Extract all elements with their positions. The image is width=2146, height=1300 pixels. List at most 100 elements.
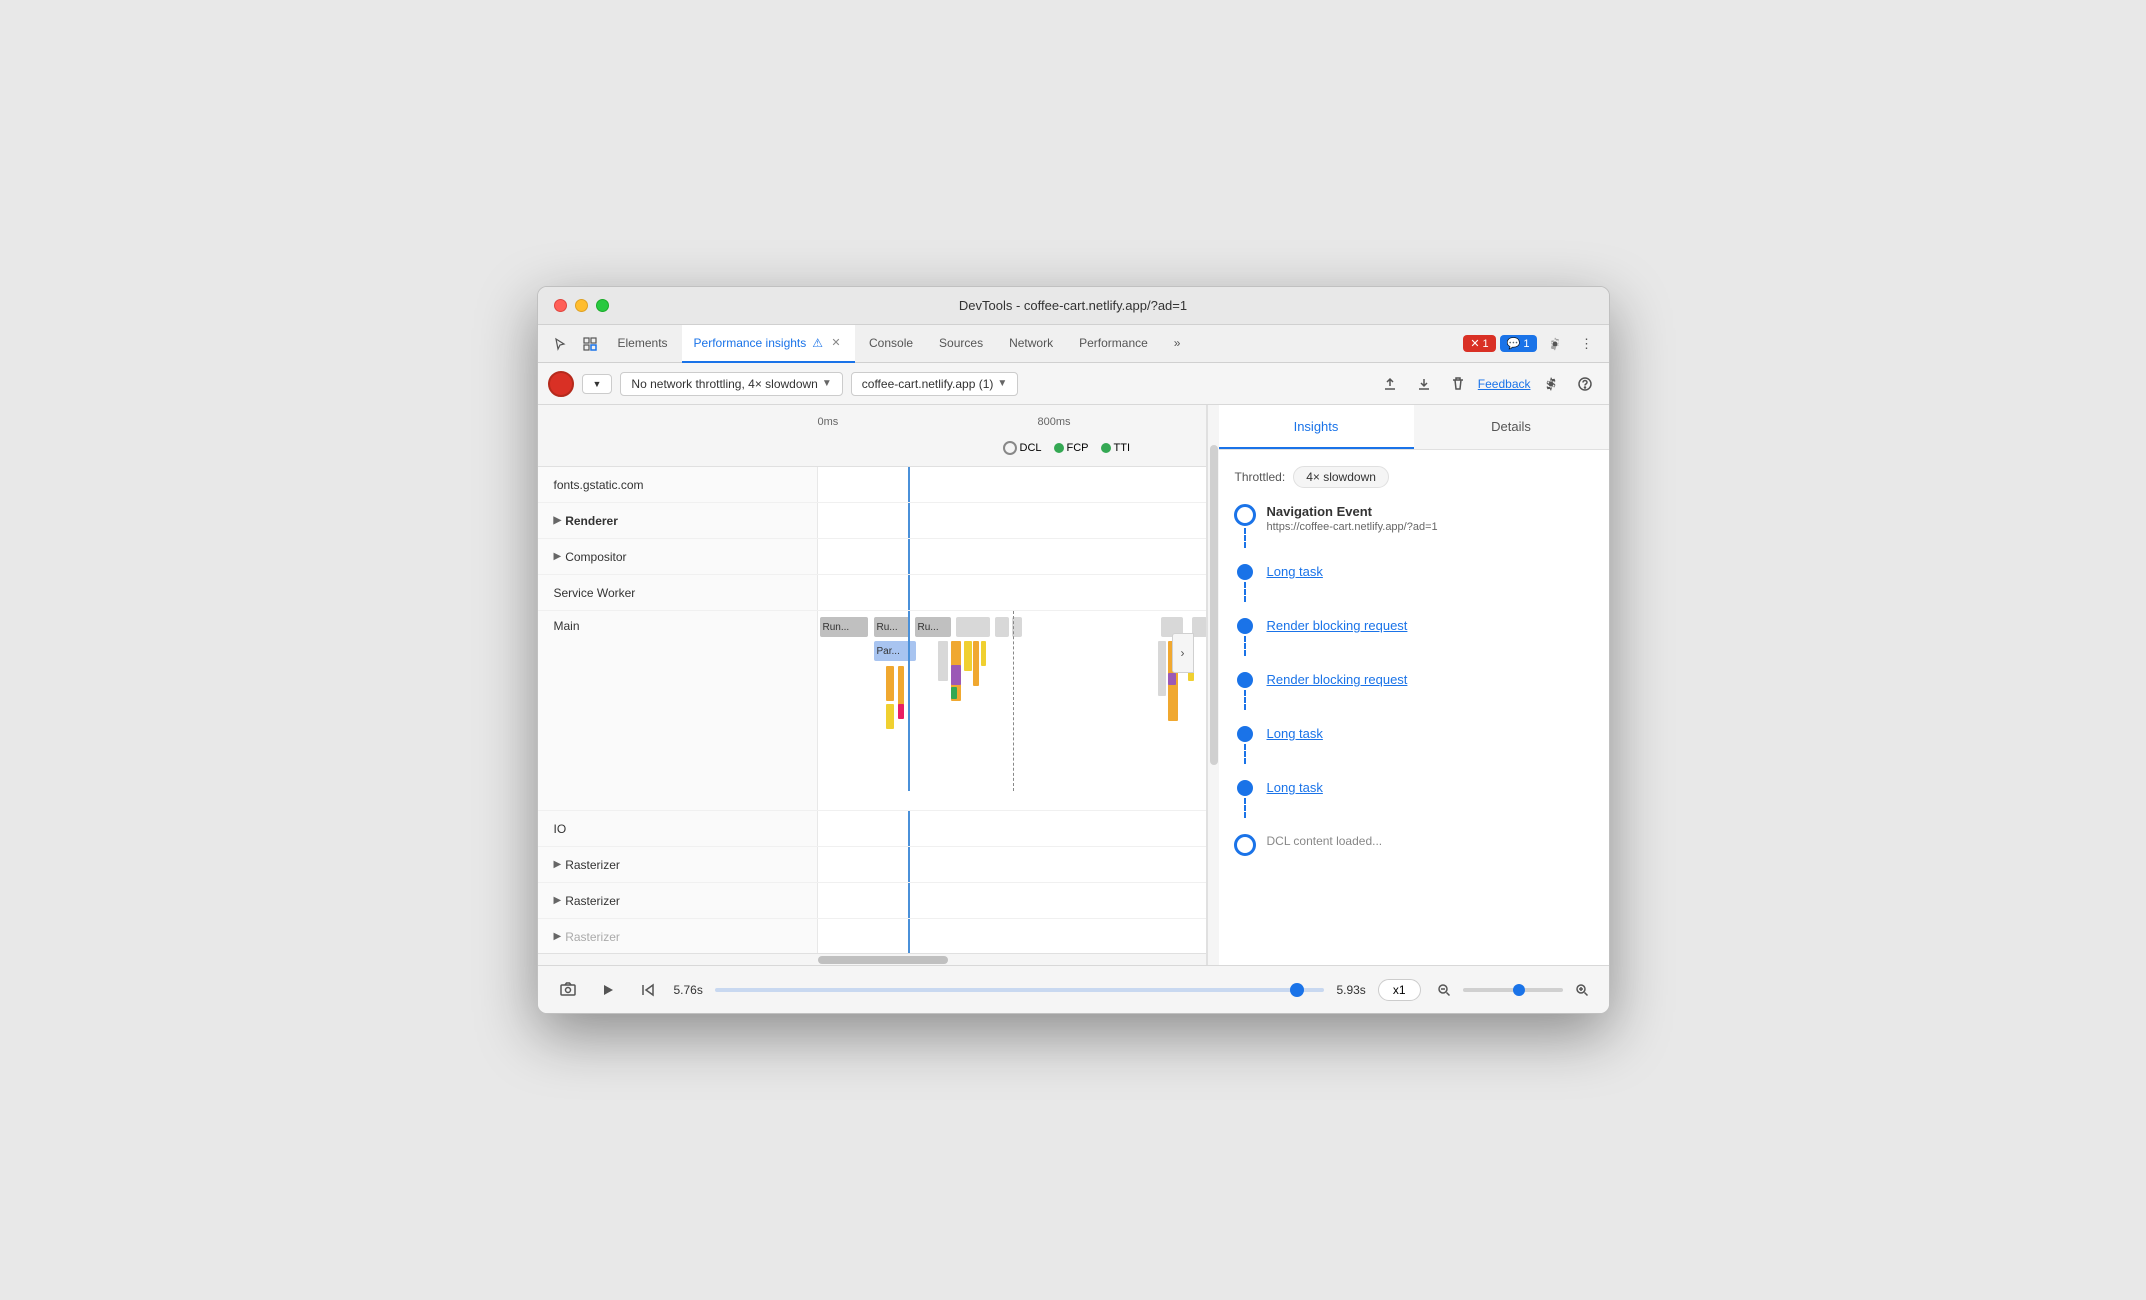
table-row: ▶ Rasterizer (538, 883, 1206, 919)
timeline-dot-container-5 (1235, 726, 1255, 764)
timeline-panel: 0ms 800ms 1,600ms DCL FCP (538, 405, 1207, 965)
row-content-renderer[interactable] (818, 503, 1206, 538)
play-icon[interactable] (594, 976, 622, 1004)
long-task-3-content: Long task (1267, 780, 1593, 795)
record-button[interactable] (548, 371, 574, 397)
row-content-rasterizer2[interactable] (818, 883, 1206, 918)
close-button[interactable] (554, 299, 567, 312)
bottom-bar: 5.76s 5.93s x1 (538, 965, 1609, 1013)
tab-insights[interactable]: Insights (1219, 405, 1414, 449)
row-content-compositor[interactable] (818, 539, 1206, 574)
task-bar-detail (973, 641, 979, 686)
render-blocking-dot-2 (1237, 672, 1253, 688)
timeline-dot-container-4 (1235, 672, 1255, 710)
traffic-lights (554, 299, 609, 312)
zoom-slider[interactable] (1463, 988, 1563, 992)
list-item: Long task (1235, 780, 1593, 818)
zoom-slider-thumb[interactable] (1513, 984, 1525, 996)
list-item: Render blocking request (1235, 618, 1593, 656)
time-slider[interactable] (715, 980, 1325, 1000)
task-bar[interactable] (956, 617, 990, 637)
help-icon[interactable] (1571, 370, 1599, 398)
v-line-solid (908, 467, 910, 502)
row-content-fonts[interactable] (818, 467, 1206, 502)
task-bar[interactable] (995, 617, 1009, 637)
target-dropdown[interactable]: coffee-cart.netlify.app (1) ▼ (851, 372, 1019, 396)
speed-badge[interactable]: x1 (1378, 979, 1421, 1001)
row-label-compositor: ▶ Compositor (538, 539, 818, 574)
task-bar[interactable] (1192, 617, 1206, 637)
settings-icon[interactable] (1541, 330, 1569, 358)
settings-icon-2[interactable] (1537, 370, 1565, 398)
task-bar[interactable] (1012, 617, 1022, 637)
timeline-vertical-scrollbar[interactable] (1207, 405, 1219, 965)
zoom-in-icon[interactable] (1571, 979, 1593, 1001)
scrollbar-thumb[interactable] (818, 956, 948, 964)
long-task-2-content: Long task (1267, 726, 1593, 741)
row-content-main[interactable]: Run... Ru... Ru... Par... (818, 611, 1206, 791)
message-badge[interactable]: 💬 1 (1500, 335, 1537, 352)
tab-elements[interactable]: Elements (606, 325, 680, 363)
error-badge[interactable]: ✕ 1 (1463, 335, 1495, 352)
insights-tabs: Insights Details (1219, 405, 1609, 450)
expand-icon-compositor[interactable]: ▶ (554, 551, 562, 562)
chevron-right-button[interactable]: › (1172, 633, 1194, 673)
row-content-io[interactable] (818, 811, 1206, 846)
record-dropdown[interactable]: ▼ (582, 374, 613, 394)
screenshot-icon[interactable] (554, 976, 582, 1004)
row-content-service-worker[interactable] (818, 575, 1206, 610)
minimize-button[interactable] (575, 299, 588, 312)
v-dashed-line (1013, 611, 1014, 791)
insights-content[interactable]: Throttled: 4× slowdown Navigation Event … (1219, 450, 1609, 965)
tab-more[interactable]: » (1162, 325, 1193, 363)
row-content-rasterizer3[interactable] (818, 919, 1206, 953)
tab-performance[interactable]: Performance (1067, 325, 1160, 363)
skip-back-icon[interactable] (634, 976, 662, 1004)
tab-console[interactable]: Console (857, 325, 925, 363)
task-bar[interactable]: Ru... (874, 617, 910, 637)
timeline-line-6 (1244, 798, 1246, 818)
tab-close-button[interactable]: ✕ (829, 336, 843, 350)
timeline-markers: DCL FCP TTI (538, 436, 1206, 460)
task-bar-detail (938, 641, 948, 681)
download-icon[interactable] (1410, 370, 1438, 398)
throttle-dropdown[interactable]: No network throttling, 4× slowdown ▼ (620, 372, 842, 396)
throttle-dropdown-arrow: ▼ (822, 378, 832, 389)
tab-network[interactable]: Network (997, 325, 1065, 363)
tab-bar: Elements Performance insights ⚠ ✕ Consol… (538, 325, 1609, 363)
timeline-dot-container-3 (1235, 618, 1255, 656)
expand-icon[interactable]: ▶ (554, 515, 562, 526)
v-line-solid-compositor (908, 539, 910, 574)
cursor-icon[interactable] (546, 330, 574, 358)
row-content-rasterizer1[interactable] (818, 847, 1206, 882)
task-bar[interactable]: Ru... (915, 617, 951, 637)
zoom-out-icon[interactable] (1433, 979, 1455, 1001)
timeline-scrollbar[interactable] (538, 953, 1206, 965)
expand-icon-rasterizer1[interactable]: ▶ (554, 859, 562, 870)
tab-sources[interactable]: Sources (927, 325, 995, 363)
table-row: ▶ Rasterizer (538, 919, 1206, 953)
vscroll-thumb[interactable] (1210, 445, 1218, 765)
inspect-icon[interactable] (576, 330, 604, 358)
task-bar[interactable]: Run... (820, 617, 868, 637)
task-bar-parse[interactable]: Par... (874, 641, 916, 661)
tti-dot (1101, 443, 1111, 453)
zoom-controls (1433, 979, 1593, 1001)
tab-performance-insights[interactable]: Performance insights ⚠ ✕ (682, 325, 855, 363)
warning-icon: ⚠ (812, 336, 823, 350)
expand-icon-rasterizer3[interactable]: ▶ (554, 931, 562, 942)
maximize-button[interactable] (596, 299, 609, 312)
expand-icon-rasterizer2[interactable]: ▶ (554, 895, 562, 906)
slider-thumb[interactable] (1290, 983, 1304, 997)
task-bar-detail (964, 641, 972, 671)
fcp-dot (1054, 443, 1064, 453)
upload-icon[interactable] (1376, 370, 1404, 398)
delete-icon[interactable] (1444, 370, 1472, 398)
render-blocking-dot-1 (1237, 618, 1253, 634)
feedback-link[interactable]: Feedback (1478, 377, 1531, 391)
long-task-dot-3 (1237, 780, 1253, 796)
time-start: 5.76s (674, 983, 703, 997)
more-icon[interactable]: ⋮ (1573, 330, 1601, 358)
tab-details[interactable]: Details (1414, 405, 1609, 449)
row-label-fonts: fonts.gstatic.com (538, 467, 818, 502)
